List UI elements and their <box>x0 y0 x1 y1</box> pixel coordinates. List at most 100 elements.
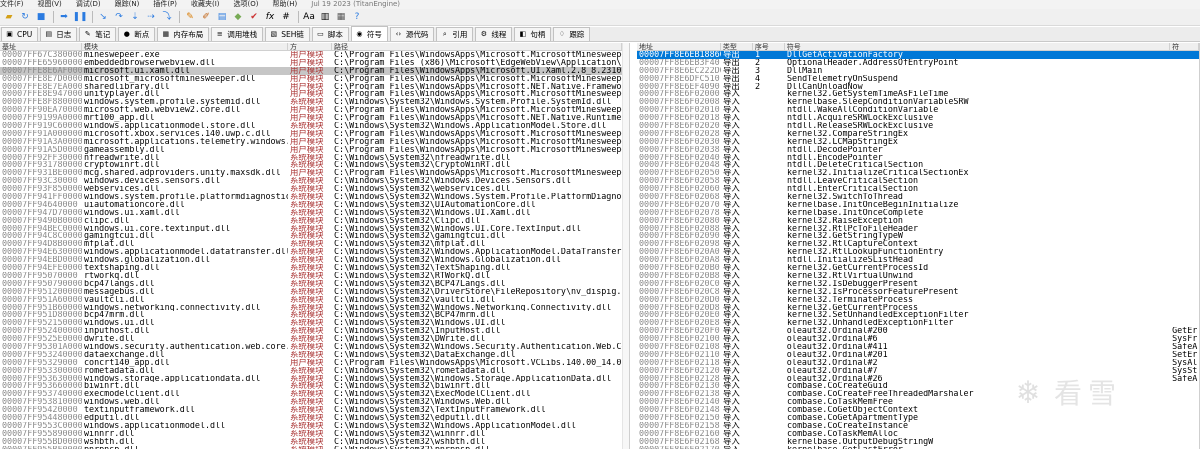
table-row[interactable]: 00007FF95329000 concrt140_app.dll 用户模块 C:\P… <box>0 359 629 367</box>
calculator-icon[interactable]: ▥ <box>318 11 332 23</box>
table-row[interactable]: 00007FF8E6F02048 导入 ntdll.DeleteCriticalSe… <box>637 161 1199 169</box>
step-over-icon[interactable]: ↷ <box>112 11 126 23</box>
bookmark-icon[interactable]: ✔ <box>247 11 261 23</box>
tab-seh[interactable]: ▧ SEH链 <box>265 27 310 41</box>
tab-script[interactable]: ▭ 脚本 <box>311 27 349 41</box>
run-icon[interactable]: ➡ <box>57 11 71 23</box>
tab-threads[interactable]: ⚙ 线程 <box>475 27 513 41</box>
table-row[interactable]: 00007FF94EFE0000 textshaping.dll 系统模块 C:\Wi… <box>0 264 629 272</box>
table-row[interactable]: 00007FF8E6F02008 导入 kernelbase.SleepCondit… <box>637 98 1199 106</box>
table-row[interactable]: 00007FF93C30000 windows.devices.sensors.d… <box>0 177 629 185</box>
tab-cpu[interactable]: ▣ CPU <box>1 27 39 41</box>
table-row[interactable]: 00007FF94640000 uiautomationcore.dll 系统模块 C… <box>0 201 629 209</box>
table-row[interactable]: 00007FF8E6F02098 导入 kernel32.RtlCaptureCon… <box>637 240 1199 248</box>
table-row[interactable]: 00007FF955BF0000pnrpnsp.dll系统模块C:\Window… <box>0 446 629 449</box>
pause-icon[interactable]: ❚❚ <box>72 11 87 23</box>
table-row[interactable]: 00007FF8E6F02090 导入 kernel32.GetStringType… <box>637 232 1199 240</box>
table-row[interactable]: 00007FF8E6F02000 导入 kernel32.GetSystemTime… <box>637 90 1199 98</box>
table-row[interactable]: 00007FF9553C0000 windows.applicationmodel… <box>0 422 629 430</box>
table-row[interactable]: 00007FF8E6F020C0 导入 kernel32.IsDebuggerPre… <box>637 280 1199 288</box>
table-row[interactable]: 00007FF8E6F02058 导入 ntdll.LeaveCriticalSec… <box>637 177 1199 185</box>
table-row[interactable]: 00007FF8E6DFC510 导出 4 SendTelemetryOnSuspen… <box>637 75 1199 83</box>
table-row[interactable]: 00007FF8E6F02168 导入 kernelbase.OutputDebug… <box>637 438 1199 446</box>
menu-item[interactable]: 跟踪(N) <box>115 0 140 9</box>
table-row[interactable]: 00007FF953630000 windows.storage.applicat… <box>0 375 629 383</box>
table-row[interactable]: 00007FF91A3A0000 microsoft.applications.t… <box>0 138 629 146</box>
table-row[interactable]: 00007FF8E6F020D8 导入 kernel32.GetCurrentPro… <box>637 304 1199 312</box>
table-row[interactable]: 00007FF8E6F02170导入 kernelbase.GetLastErro… <box>637 446 1199 449</box>
table-row[interactable]: 00007FF951B60000 windows.networking.conne… <box>0 304 629 312</box>
execute-till-return-icon[interactable]: ⤵ <box>160 11 174 23</box>
table-row[interactable]: 00007FF919C60000 windows.applicationmodel… <box>0 122 629 130</box>
table-row[interactable]: 00007FF91A000000 microsoft.xbox.services.… <box>0 130 629 138</box>
table-row[interactable]: 00007FF8E6F02100 导入 oleaut32.Ordinal#6 SysF… <box>637 335 1199 343</box>
menu-item[interactable]: 选项(O) <box>234 0 259 9</box>
table-row[interactable]: 00007FF8E6F020A0 导入 kernel32.RtlLookupFunc… <box>637 248 1199 256</box>
function-icon[interactable]: fx <box>263 11 277 23</box>
tab-call-stack[interactable]: ≡ 调用堆栈 <box>211 27 264 41</box>
patch-icon[interactable]: ✐ <box>199 11 213 23</box>
table-row[interactable]: 00007FF8E6F02158 导入 combase.CoCreateInstan… <box>637 422 1199 430</box>
table-row[interactable]: 00007FF931BE0000 mcg.shared.adproviders.u… <box>0 169 629 177</box>
scylla-icon[interactable]: ✎ <box>183 11 197 23</box>
table-row[interactable]: 00007FF91A5D0000 gameassembly.dll 用户模块 C:\P… <box>0 146 629 154</box>
table-row[interactable]: 00007FF950790000 bcp47langs.dll 系统模块 C:\Win… <box>0 280 629 288</box>
table-row[interactable]: 00007FF8E6F02078 导入 kernelbase.InitOnceCom… <box>637 209 1199 217</box>
table-row[interactable]: 00007FF8E6F02020 导入 ntdll.ReleaseSRWLockEx… <box>637 122 1199 130</box>
table-row[interactable]: 00007FF952150000 windows.ui.dll 系统模块 C:\Win… <box>0 319 629 327</box>
table-row[interactable]: 00007FF8E6F020B8 导入 kernel32.RtlVirtualUnw… <box>637 272 1199 280</box>
table-row[interactable]: 00007FF954480000 edputil.dll 系统模块 C:\Window… <box>0 414 629 422</box>
table-row[interactable]: 00007FF8E6EF4090 导出 2 DllCanUnloadNow <box>637 83 1199 91</box>
table-row[interactable]: 00007FF8E6F02060 导入 ntdll.EnterCriticalSec… <box>637 185 1199 193</box>
table-row[interactable]: 00007FF8E6F020E0 导入 kernel32.SetUnhandledE… <box>637 311 1199 319</box>
table-row[interactable]: 00007FF94C8C0000 gamingtcui.dll 系统模块 C:\Win… <box>0 232 629 240</box>
header-party[interactable]: 方 <box>288 43 332 50</box>
header-symbol-undecorated[interactable]: 符 <box>1170 43 1199 50</box>
tab-references[interactable]: ⌕ 引用 <box>436 27 474 41</box>
table-row[interactable]: 00007FF951D80000 bcp47mrm.dll 系统模块 C:\Windo… <box>0 311 629 319</box>
tab-memory-map[interactable]: ▦ 内存布局 <box>157 27 210 41</box>
header-module[interactable]: 模块 <box>82 43 288 50</box>
table-row[interactable]: 00007FF8E6F02018 导入 ntdll.AcquireSRWLockEx… <box>637 114 1199 122</box>
table-row[interactable]: 00007FFE65960000 embeddedbrowserwebview.d… <box>0 59 629 67</box>
table-row[interactable]: 00007FF94BEC0000 windows.ui.core.textinpu… <box>0 225 629 233</box>
header-base[interactable]: 基址 <box>0 43 82 50</box>
table-row[interactable]: 00007FF955BD0000 wshbth.dll 系统模块 C:\Windows… <box>0 438 629 446</box>
settings-icon[interactable]: ▦ <box>334 11 348 23</box>
table-row[interactable]: 00007FF8E6F02038 导入 ntdll.DecodePointer <box>637 146 1199 154</box>
tab-trace[interactable]: ♢ 跟踪 <box>553 27 591 41</box>
menu-item[interactable]: 帮助(H) <box>273 0 298 9</box>
table-row[interactable]: 00007FF8E6F020A8 导入 ntdll.InitializeSListH… <box>637 256 1199 264</box>
modules-scrollbar[interactable] <box>622 43 629 449</box>
table-row[interactable]: 00007FF951200000 messagebus.dll 系统模块 C:\Win… <box>0 288 629 296</box>
tab-handles[interactable]: ◧ 句柄 <box>514 27 552 41</box>
table-row[interactable]: 00007FF8E6EB18860 导出 1 DllGetActivationFact… <box>637 51 1199 59</box>
table-row[interactable]: 00007FF95070000 rtworkq.dll 系统模块 C:\Windows… <box>0 272 629 280</box>
table-row[interactable]: 00007FF8E6F02050 导入 kernel32.InitializeCri… <box>637 169 1199 177</box>
table-row[interactable]: 00007FF94D8B0000 mfplat.dll 系统模块 C:\Windows… <box>0 240 629 248</box>
open-file-icon[interactable]: ▰ <box>2 11 16 23</box>
header-path[interactable]: 路径 <box>332 43 622 50</box>
header-address[interactable]: 地址 <box>637 43 721 50</box>
table-row[interactable]: 00007FFE8E6AF0000 microsoft.ui.xaml.dll 用户… <box>0 66 629 75</box>
menu-item[interactable]: 调试(D) <box>76 0 101 9</box>
table-row[interactable]: 00007FF8E6F020E8 导入 kernel32.UnhandledExce… <box>637 319 1199 327</box>
table-row[interactable]: 00007FF8E6F02030 导入 kernel32.LCMapStringEx <box>637 138 1199 146</box>
tab-breakpoint[interactable]: ● 断点 <box>118 27 156 41</box>
table-row[interactable]: 00007FF8E6F02028 导入 kernel32.CompareString… <box>637 130 1199 138</box>
table-row[interactable]: 00007FF8E6F02080 导入 kernel32.RaiseExceptio… <box>637 217 1199 225</box>
comment-icon[interactable]: ▤ <box>215 11 229 23</box>
tab-log[interactable]: ▤ 日志 <box>40 27 78 41</box>
table-row[interactable]: 00007FF953740000 execmodelclient.dll 系统模块 C… <box>0 390 629 398</box>
table-row[interactable]: 00007FF953660000 biwinrt.dll 系统模块 C:\Window… <box>0 382 629 390</box>
table-row[interactable]: 00007FF93F850000 webservices.dll 系统模块 C:\Wi… <box>0 185 629 193</box>
table-row[interactable]: 00007FF95301A0000 windows.security.authen… <box>0 343 629 351</box>
table-row[interactable]: 00007FF8E6F02068 导入 kernel32.SwitchToThrea… <box>637 193 1199 201</box>
menu-item[interactable]: 收藏夹(I) <box>191 0 220 9</box>
help-icon[interactable]: ? <box>350 11 364 23</box>
table-row[interactable]: 00007FF8E6F020C8 导入 kernel32.IsProcessorFe… <box>637 288 1199 296</box>
table-row[interactable]: 00007FF8E6F02160 导入 combase.CoTaskMemAlloc <box>637 430 1199 438</box>
table-row[interactable]: 00007FF8E6EB3F40 导出 2 OptionalHeader.Addres… <box>637 59 1199 67</box>
table-row[interactable]: 00007FF67C380000 mineswepeer.exe 用户模块 C:\Pr… <box>0 51 629 59</box>
header-ordinal[interactable]: 序号 <box>753 43 785 50</box>
